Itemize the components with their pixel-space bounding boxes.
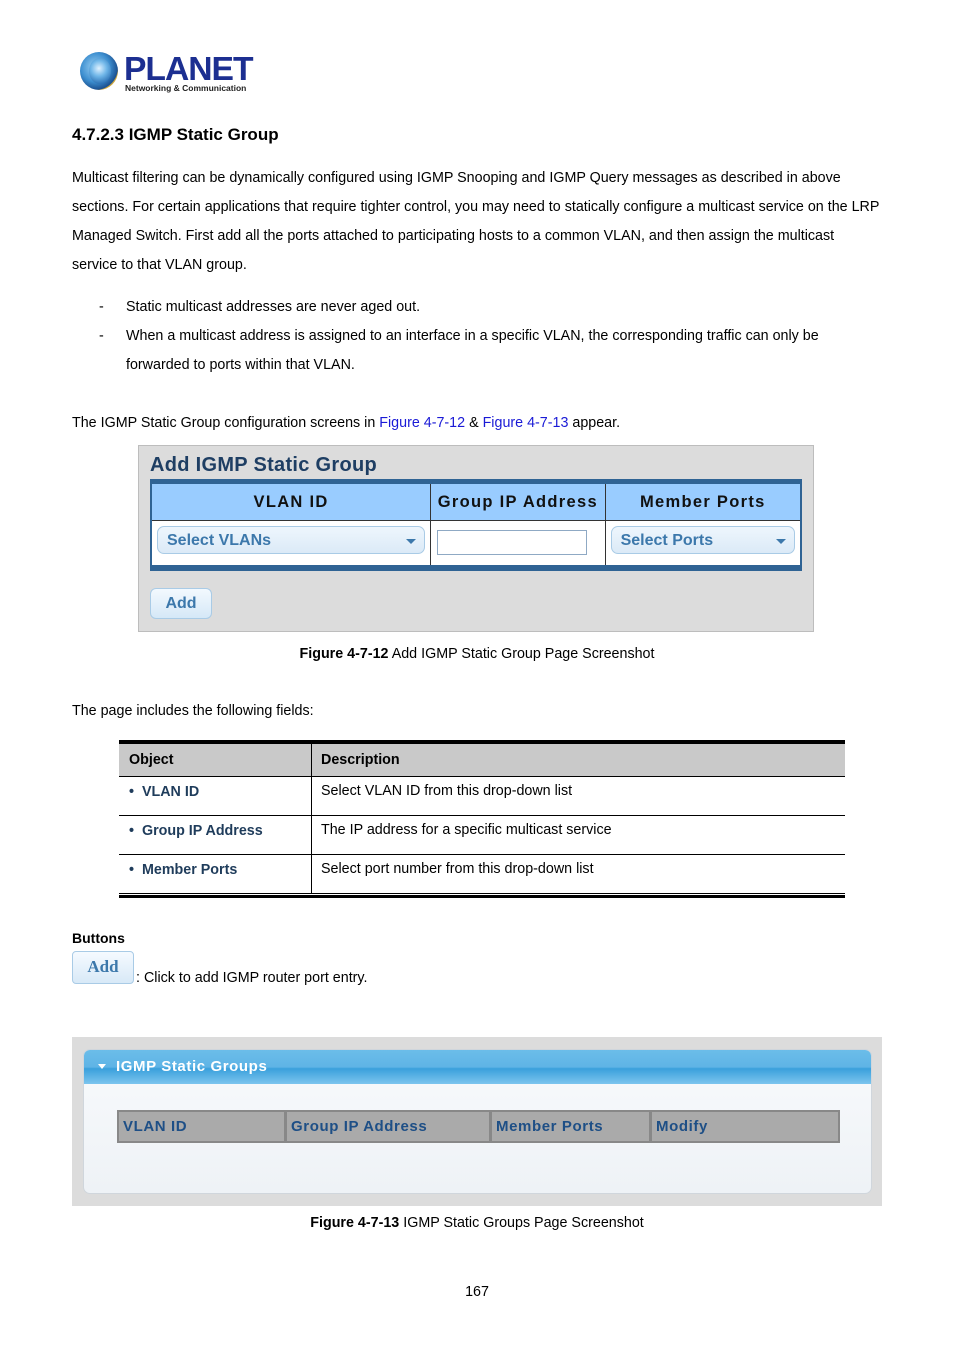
vlan-cell: Select VLANs: [152, 521, 432, 565]
description-cell: Select port number from this drop-down l…: [321, 861, 594, 877]
add-button-description: : Click to add IGMP router port entry.: [136, 970, 368, 986]
bullet-line: Static multicast addresses are never age…: [126, 299, 421, 315]
config-sentence: The IGMP Static Group configuration scre…: [72, 409, 892, 438]
object-cell: • VLAN ID: [119, 777, 312, 815]
group-ip-cell: [431, 521, 606, 565]
ports-select-label: Select Ports: [620, 532, 714, 549]
panel-title: IGMP Static Groups: [116, 1058, 268, 1075]
header-description: Description: [321, 752, 400, 768]
object-cell: • Member Ports: [119, 855, 312, 893]
intro-line: Multicast filtering can be dynamically c…: [72, 170, 841, 186]
intro-line: Managed Switch. First add all the ports …: [72, 228, 835, 244]
column-header-vlan-id: VLAN ID: [119, 1112, 287, 1141]
add-button[interactable]: Add: [150, 588, 212, 619]
description-cell: The IP address for a specific multicast …: [321, 822, 612, 838]
table-header: Object Description: [119, 743, 845, 777]
globe-logo-icon: [80, 52, 118, 90]
add-button-sample[interactable]: Add: [72, 951, 134, 984]
panel-header[interactable]: IGMP Static Groups: [84, 1050, 871, 1084]
figure-4-7-12-link[interactable]: Figure 4-7-12: [379, 415, 465, 431]
add-group-table: VLAN ID Group IP Address Member Ports Se…: [150, 479, 802, 571]
static-groups-panel: IGMP Static Groups VLAN ID Group IP Addr…: [83, 1049, 872, 1194]
caption-text: Add IGMP Static Group Page Screenshot: [388, 646, 655, 662]
table-row: • VLAN ID Select VLAN ID from this drop-…: [119, 777, 845, 816]
bullet-dash: -: [99, 299, 104, 315]
column-header-vlan-id: VLAN ID: [152, 484, 432, 520]
bullet-item: Static multicast addresses are never age…: [126, 293, 866, 322]
bullet-dash: -: [99, 328, 104, 344]
column-header-group-ip: Group IP Address: [431, 484, 606, 520]
description-cell: Select VLAN ID from this drop-down list: [321, 783, 573, 799]
figure-caption: Figure 4-7-12 Add IGMP Static Group Page…: [0, 646, 954, 662]
table-row: • Member Ports Select port number from t…: [119, 855, 845, 894]
panel-title: Add IGMP Static Group: [150, 454, 378, 476]
table-bottom-rule: [119, 895, 845, 898]
chevron-down-icon: [406, 539, 416, 544]
object-name: Member Ports: [141, 862, 238, 878]
header-object: Object: [119, 744, 312, 776]
column-header-modify: Modify: [656, 1118, 708, 1135]
column-header-group-ip: Group IP Address: [287, 1112, 492, 1141]
bullet-line: forwarded to ports within that VLAN.: [126, 357, 355, 373]
static-groups-table-header: VLAN ID Group IP Address Member Ports Mo…: [117, 1110, 840, 1143]
figure-4-7-13-link[interactable]: Figure 4-7-13: [483, 415, 569, 431]
buttons-heading: Buttons: [72, 930, 125, 946]
caption-label: Figure 4-7-12: [299, 646, 389, 662]
sentence-text: &: [465, 415, 483, 431]
table-header: VLAN ID Group IP Address Member Ports: [152, 484, 800, 520]
object-name: Group IP Address: [141, 823, 263, 839]
table-row: • Group IP Address The IP address for a …: [119, 816, 845, 855]
group-ip-input[interactable]: [437, 530, 588, 555]
logo-tagline: Networking & Communication: [125, 83, 247, 93]
add-igmp-static-group-screenshot: Add IGMP Static Group VLAN ID Group IP A…: [138, 445, 814, 632]
column-header-member-ports: Member Ports: [492, 1112, 652, 1141]
section-title: 4.7.2.3 IGMP Static Group: [72, 125, 279, 144]
intro-line: sections. For certain applications that …: [72, 199, 880, 215]
igmp-static-groups-screenshot: IGMP Static Groups VLAN ID Group IP Addr…: [72, 1037, 882, 1206]
caption-text: IGMP Static Groups Page Screenshot: [399, 1215, 644, 1231]
figure-caption: Figure 4-7-13 IGMP Static Groups Page Sc…: [0, 1215, 954, 1231]
page-number: 167: [465, 1284, 489, 1300]
vlan-select-label: Select VLANs: [167, 532, 272, 549]
table-row: Select VLANs Select Ports: [152, 520, 800, 565]
object-cell: • Group IP Address: [119, 816, 312, 854]
caption-label: Figure 4-7-13: [310, 1215, 400, 1231]
intro-paragraph: Multicast filtering can be dynamically c…: [72, 164, 892, 280]
bullet-line: When a multicast address is assigned to …: [126, 328, 819, 344]
object-name: VLAN ID: [141, 784, 200, 800]
intro-line: service to that VLAN group.: [72, 257, 247, 273]
sentence-text: The IGMP Static Group configuration scre…: [72, 415, 380, 431]
collapse-triangle-icon[interactable]: [98, 1064, 106, 1069]
ports-cell: Select Ports: [606, 521, 800, 565]
fields-intro: The page includes the following fields:: [72, 703, 314, 719]
sentence-text: appear.: [568, 415, 621, 431]
ports-select[interactable]: Select Ports: [610, 526, 795, 554]
planet-logo: PLANET Networking & Communication: [78, 50, 254, 96]
vlan-select[interactable]: Select VLANs: [157, 526, 425, 554]
chevron-down-icon: [775, 539, 786, 544]
fields-table: Object Description • VLAN ID Select VLAN…: [119, 740, 845, 898]
column-header-member-ports: Member Ports: [639, 492, 766, 511]
bullet-item: When a multicast address is assigned to …: [126, 322, 866, 380]
